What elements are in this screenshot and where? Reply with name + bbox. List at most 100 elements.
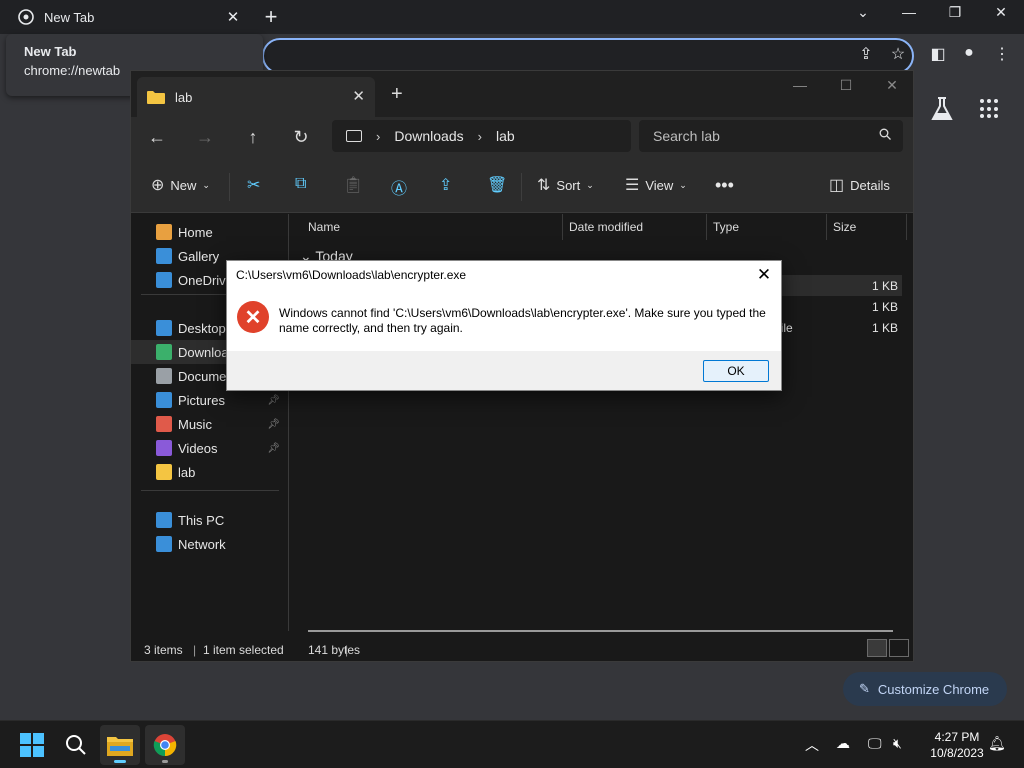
sidebar-item-this-pc[interactable]: This PC: [131, 508, 288, 532]
share-icon[interactable]: ⇪: [855, 44, 877, 64]
bookmark-star-icon[interactable]: ☆: [887, 44, 909, 64]
pin-icon: 📌︎: [267, 394, 280, 406]
copy-button[interactable]: ⧉: [295, 175, 306, 193]
share-button[interactable]: ⇪: [439, 175, 452, 195]
chevron-right-icon[interactable]: ›: [478, 129, 482, 144]
volume-muted-icon[interactable]: 🔇︎: [893, 735, 902, 752]
search-icon: [879, 128, 891, 140]
column-header-type[interactable]: Type: [707, 214, 827, 240]
chrome-labs-icon[interactable]: [930, 96, 954, 122]
profile-icon[interactable]: ●: [958, 44, 980, 62]
chrome-minimize-button[interactable]: —: [886, 4, 932, 20]
horizontal-scrollbar[interactable]: [308, 630, 893, 632]
sidebar-item-label: OneDrive: [178, 272, 233, 288]
explorer-tab-lab[interactable]: lab ✕: [137, 77, 375, 117]
chrome-omnibox[interactable]: [262, 38, 914, 74]
sort-button[interactable]: ⇅ Sort ⌄: [537, 175, 594, 195]
google-apps-icon[interactable]: [980, 99, 1000, 119]
selection-count: 1 item selected: [203, 643, 284, 657]
explorer-minimize-button[interactable]: —: [777, 77, 823, 93]
system-clock[interactable]: 4:27 PM 10/8/2023: [922, 729, 992, 761]
command-divider: [521, 173, 522, 201]
new-button[interactable]: ⊕ New ⌄: [151, 175, 210, 195]
chrome-close-button[interactable]: ✕: [978, 4, 1024, 21]
explorer-new-tab-button[interactable]: +: [391, 83, 403, 106]
details-button[interactable]: ◫ Details: [829, 175, 890, 195]
sidebar-item-label: Home: [178, 224, 213, 240]
forward-arrow-icon[interactable]: →: [191, 127, 219, 148]
chevron-down-icon: ⌄: [679, 179, 687, 190]
sort-label: Sort: [556, 177, 581, 193]
explorer-maximize-button[interactable]: ☐: [823, 77, 869, 94]
explorer-close-button[interactable]: ✕: [869, 77, 915, 94]
folder-icon: [156, 464, 172, 480]
paste-button[interactable]: 📋︎: [343, 175, 363, 195]
see-more-button[interactable]: •••: [715, 175, 734, 196]
chrome-restore-button[interactable]: ❐: [932, 4, 978, 21]
details-pane-icon: ◫: [829, 177, 845, 194]
search-input[interactable]: Search lab: [639, 120, 903, 152]
rename-button[interactable]: Ⓐ: [391, 175, 407, 199]
taskbar-file-explorer[interactable]: [100, 725, 140, 765]
documents-icon: [156, 368, 172, 384]
delete-button[interactable]: 🗑︎: [487, 175, 507, 195]
column-header-size[interactable]: Size: [827, 214, 907, 240]
large-icons-view-toggle-icon[interactable]: [889, 639, 909, 657]
more-icon: •••: [715, 175, 734, 195]
dialog-close-button[interactable]: ✕: [755, 265, 773, 285]
chrome-tab-strip: New Tab ✕ + ⌄ — ❐ ✕: [0, 0, 1024, 34]
breadcrumb-lab[interactable]: lab: [496, 128, 515, 144]
chrome-menu-icon[interactable]: ⋮: [991, 44, 1013, 64]
chevron-right-icon[interactable]: ›: [376, 129, 380, 144]
explorer-navigation-bar: ← → ↑ ↻ › Downloads › lab Search lab: [131, 117, 913, 161]
customize-chrome-label: Customize Chrome: [877, 681, 990, 697]
chrome-tab-new-tab[interactable]: New Tab ✕: [8, 0, 248, 34]
sidebar-item-lab[interactable]: lab: [131, 460, 288, 484]
view-label: View: [645, 177, 674, 193]
chrome-tab-search-icon[interactable]: ⌄: [840, 4, 886, 21]
side-panel-icon[interactable]: ◧: [927, 44, 949, 64]
onedrive-status-icon[interactable]: ☁: [836, 735, 850, 752]
notification-bell-icon[interactable]: 🔔︎: [988, 735, 1006, 752]
chrome-new-tab-button[interactable]: +: [259, 4, 283, 30]
ok-button[interactable]: OK: [703, 360, 769, 382]
file-size: 1 KB: [871, 300, 898, 314]
back-arrow-icon[interactable]: ←: [143, 127, 171, 148]
tooltip-title: New Tab: [24, 44, 77, 59]
explorer-tab-close-icon[interactable]: ✕: [352, 87, 365, 105]
command-divider: [229, 173, 230, 201]
column-header-date-modified[interactable]: Date modified: [563, 214, 707, 240]
cut-button[interactable]: ✂: [247, 175, 260, 195]
sidebar-item-network[interactable]: Network: [131, 532, 288, 556]
sidebar-item-videos[interactable]: Videos 📌︎: [131, 436, 288, 460]
up-arrow-icon[interactable]: ↑: [239, 127, 267, 148]
start-button[interactable]: [12, 725, 52, 765]
taskbar: ︿ ☁ 🖵︎ 🔇︎ 4:27 PM 10/8/2023 🔔︎: [0, 720, 1024, 768]
taskbar-search-button[interactable]: [56, 725, 96, 765]
view-button[interactable]: ☰ View ⌄: [625, 175, 687, 195]
chrome-tab-close-icon[interactable]: ✕: [224, 8, 242, 26]
column-header-name[interactable]: Name: [290, 214, 563, 240]
address-bar[interactable]: › Downloads › lab: [332, 120, 631, 152]
chevron-down-icon: ⌄: [202, 179, 210, 190]
explorer-tab-title: lab: [175, 89, 193, 105]
search-icon: [66, 735, 86, 755]
show-hidden-icons-chevron-up-icon[interactable]: ︿: [805, 735, 819, 755]
customize-chrome-button[interactable]: ✎ Customize Chrome: [843, 672, 1007, 706]
taskbar-chrome[interactable]: [145, 725, 185, 765]
clock-time: 4:27 PM: [934, 730, 980, 744]
sidebar-item-music[interactable]: Music 📌︎: [131, 412, 288, 436]
network-icon[interactable]: 🖵︎: [868, 735, 882, 752]
cut-icon: ✂: [247, 177, 261, 194]
refresh-icon[interactable]: ↻: [287, 127, 315, 148]
folder-icon: [147, 91, 165, 104]
breadcrumb-downloads[interactable]: Downloads: [394, 128, 463, 144]
chrome-icon: [153, 734, 177, 757]
details-label: Details: [850, 177, 890, 193]
details-view-toggle-icon[interactable]: [867, 639, 887, 657]
paste-icon: 📋︎: [343, 177, 364, 194]
sidebar-item-home[interactable]: Home: [131, 220, 288, 244]
clock-date: 10/8/2023: [930, 746, 984, 760]
error-dialog: C:\Users\vm6\Downloads\lab\encrypter.exe…: [226, 260, 782, 391]
sidebar-item-pictures[interactable]: Pictures 📌︎: [131, 388, 288, 412]
